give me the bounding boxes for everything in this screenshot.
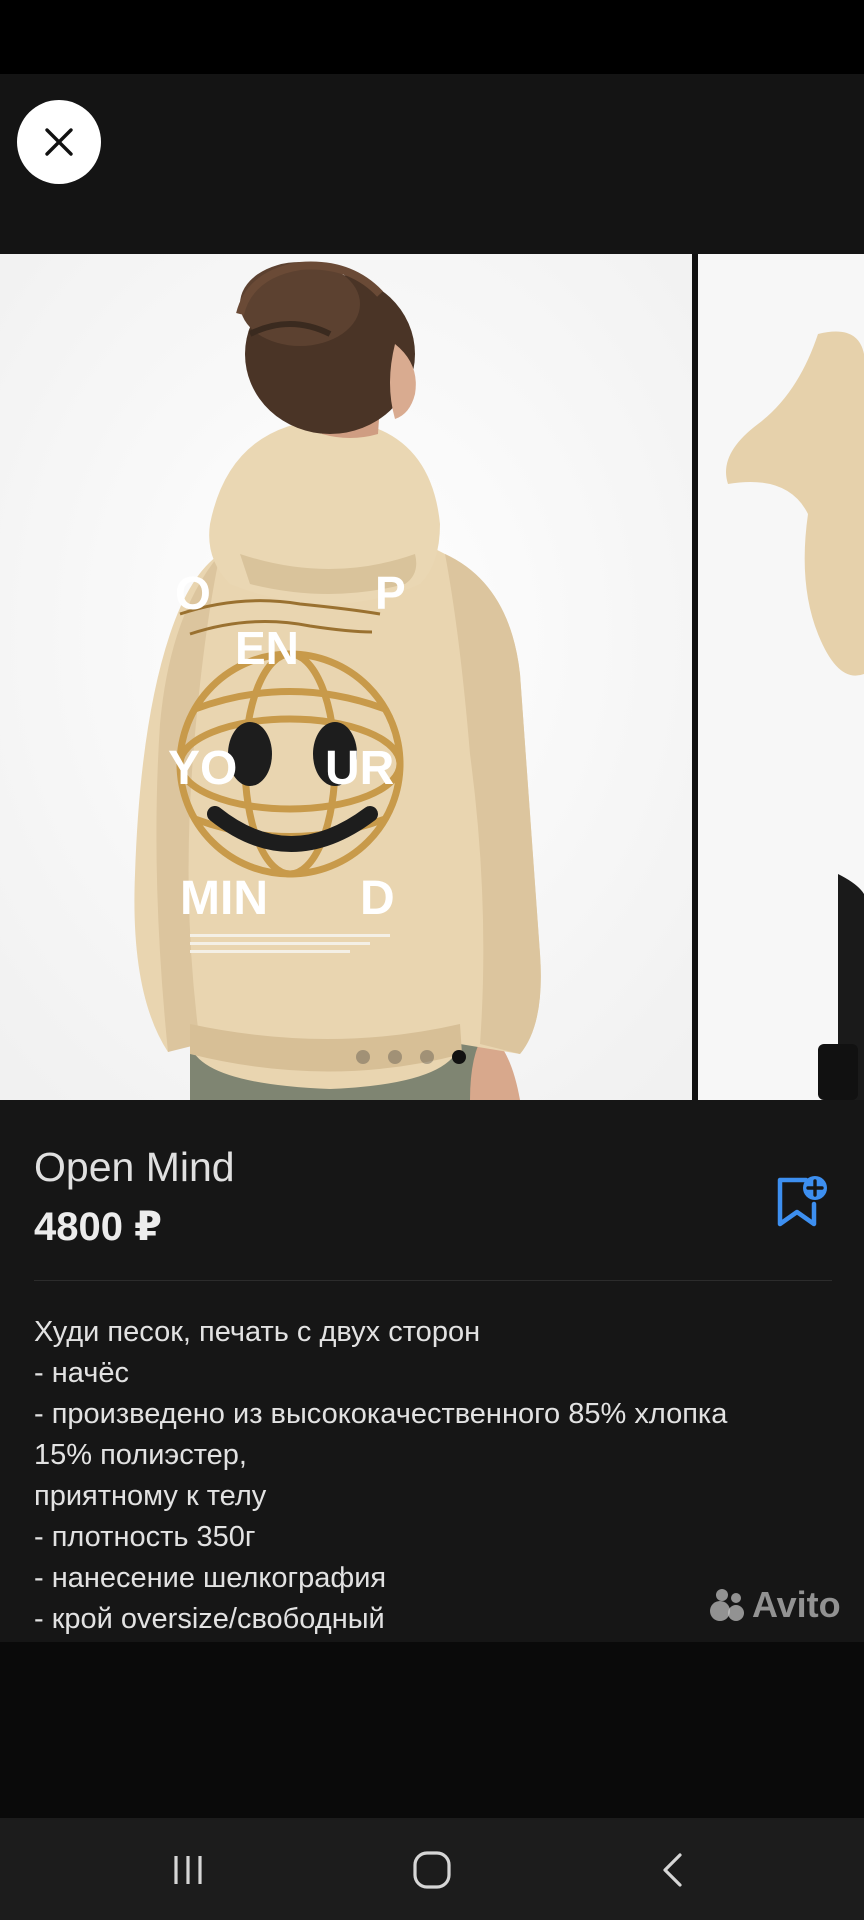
viewer-header: [0, 74, 864, 254]
pagination-dot: [388, 1050, 402, 1064]
print-letter: YO: [168, 742, 237, 795]
back-button[interactable]: [634, 1840, 714, 1900]
bookmark-add-icon: [777, 1176, 827, 1227]
print-letter: UR: [325, 742, 394, 795]
gallery-pagination: [356, 1050, 466, 1064]
home-icon: [413, 1851, 451, 1889]
print-letter: D: [360, 872, 395, 925]
listing-info: Open Mind 4800 ₽ Худи песок, печать с дв…: [0, 1100, 864, 1642]
pagination-dot-active: [452, 1050, 466, 1064]
description-line: - произведено из высококачественного 85%…: [34, 1398, 728, 1430]
print-letter: MIN: [180, 872, 268, 925]
close-button[interactable]: [17, 100, 101, 184]
add-to-favorites-button[interactable]: [770, 1172, 830, 1232]
image-gallery[interactable]: O P EN YO UR MIN D: [0, 254, 864, 1100]
product-photo: O P EN YO UR MIN D: [0, 254, 692, 1100]
description-line: Худи песок, печать с двух сторон: [34, 1316, 481, 1348]
back-icon: [663, 1853, 682, 1887]
listing-price: 4800 ₽: [34, 1205, 162, 1249]
avito-watermark: Avito: [708, 1584, 841, 1626]
close-icon: [45, 128, 73, 156]
watermark-text: Avito: [752, 1584, 841, 1625]
description-line: - начёс: [34, 1357, 129, 1389]
recent-apps-icon: [174, 1856, 202, 1884]
print-letter: EN: [235, 622, 299, 674]
description-line: - плотность 350г: [34, 1521, 256, 1553]
status-bar: [0, 0, 864, 74]
empty-area: [0, 1642, 864, 1818]
description-line: 15% полиэстер,: [34, 1439, 247, 1471]
divider: [34, 1280, 832, 1281]
listing-title: Open Mind: [34, 1144, 235, 1190]
print-letter: P: [375, 567, 406, 619]
next-product-photo[interactable]: [698, 254, 864, 1100]
description-line: приятному к телу: [34, 1480, 267, 1512]
pagination-dot: [356, 1050, 370, 1064]
avito-logo-icon: [710, 1589, 744, 1621]
home-button[interactable]: [392, 1840, 472, 1900]
print-letter: O: [175, 567, 211, 619]
pagination-dot: [420, 1050, 434, 1064]
recent-apps-button[interactable]: [148, 1840, 228, 1900]
system-navigation-bar: [0, 1818, 864, 1920]
